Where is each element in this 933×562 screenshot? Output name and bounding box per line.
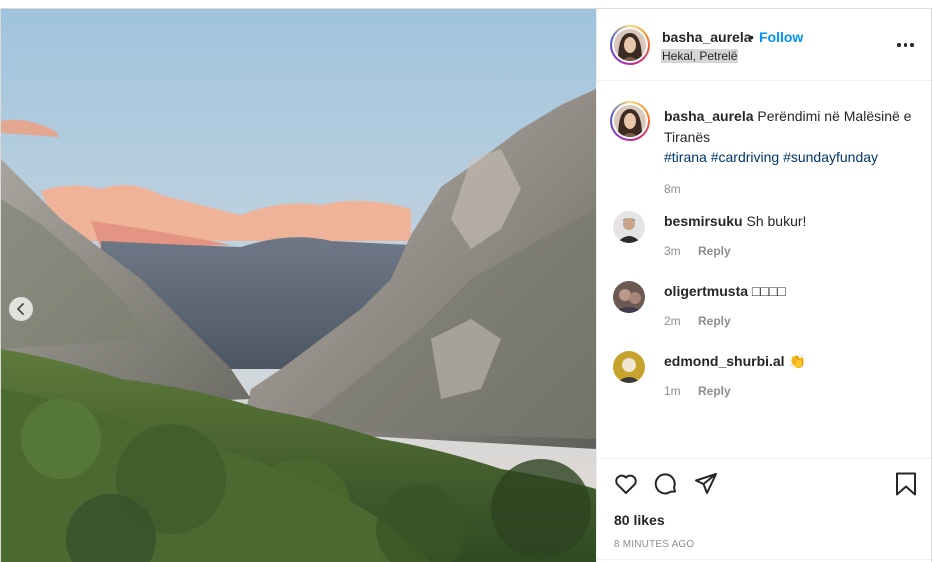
hashtag-link[interactable]: #tirana (664, 149, 707, 165)
comment-body: □□□□ (751, 283, 786, 299)
commenter-avatar[interactable] (613, 351, 645, 383)
caption-username[interactable]: basha_aurela (664, 108, 754, 124)
post-photo[interactable] (1, 9, 596, 562)
reply-button[interactable]: Reply (698, 384, 731, 398)
separator-dot: • (749, 29, 754, 45)
post-side-panel: basha_aurela • Follow Hekal, Petrelë bas… (596, 9, 933, 562)
comment-meta: 3m Reply (664, 244, 731, 258)
comment-time[interactable]: 3m (664, 244, 681, 258)
comment-text: oligertmusta □□□□ (664, 283, 786, 299)
mountain-landscape-image (1, 9, 596, 562)
commenter-avatar[interactable] (613, 281, 645, 313)
heart-icon[interactable] (613, 471, 639, 497)
comment-body: Sh bukur! (746, 213, 807, 229)
comment-text: besmirsuku Sh bukur! (664, 213, 806, 229)
hashtag-link[interactable]: #sundayfunday (783, 149, 878, 165)
author-username[interactable]: basha_aurela (662, 29, 752, 45)
caption-time[interactable]: 8m (664, 182, 681, 196)
post-timestamp[interactable]: 8 MINUTES AGO (614, 539, 694, 550)
follow-button[interactable]: Follow (759, 29, 803, 45)
caption-avatar[interactable] (610, 101, 650, 141)
comment-username[interactable]: oligertmusta (664, 283, 748, 299)
commenter-avatar[interactable] (613, 211, 645, 243)
comment-body: 👏 (788, 353, 806, 369)
comment-text: edmond_shurbi.al 👏 (664, 353, 806, 370)
comment-meta: 1m Reply (664, 384, 731, 398)
reply-button[interactable]: Reply (698, 314, 731, 328)
comment-meta: 2m Reply (664, 314, 731, 328)
comment-item: edmond_shurbi.al 👏 1m Reply (597, 351, 933, 411)
divider (597, 559, 933, 560)
post-container: basha_aurela • Follow Hekal, Petrelë bas… (0, 8, 933, 562)
author-avatar-image (614, 29, 646, 61)
hashtag-link[interactable]: #cardriving (711, 149, 779, 165)
comment-username[interactable]: edmond_shurbi.al (664, 353, 785, 369)
comment-time[interactable]: 1m (664, 384, 681, 398)
chevron-left-icon (17, 303, 24, 315)
comment-time[interactable]: 2m (664, 314, 681, 328)
comment-item: oligertmusta □□□□ 2m Reply (597, 281, 933, 341)
author-avatar[interactable] (610, 25, 650, 65)
carousel-prev-button[interactable] (9, 297, 33, 321)
caption-text: basha_aurela Perëndimi në Malësinë e Tir… (664, 106, 919, 148)
caption-hashtags: #tirana #cardriving #sundayfunday (664, 148, 878, 166)
reply-button[interactable]: Reply (698, 244, 731, 258)
likes-count[interactable]: 80 likes (614, 512, 665, 528)
caption-avatar-image (614, 105, 646, 137)
bookmark-icon[interactable] (893, 471, 919, 497)
more-options-icon[interactable] (897, 37, 919, 53)
post-actions: 80 likes 8 MINUTES AGO (597, 458, 933, 562)
post-location[interactable]: Hekal, Petrelë (661, 49, 739, 63)
post-header: basha_aurela • Follow Hekal, Petrelë (597, 9, 933, 81)
comment-username[interactable]: besmirsuku (664, 213, 743, 229)
comment-item: besmirsuku Sh bukur! 3m Reply (597, 211, 933, 271)
share-icon[interactable] (693, 471, 719, 497)
comment-icon[interactable] (653, 471, 679, 497)
